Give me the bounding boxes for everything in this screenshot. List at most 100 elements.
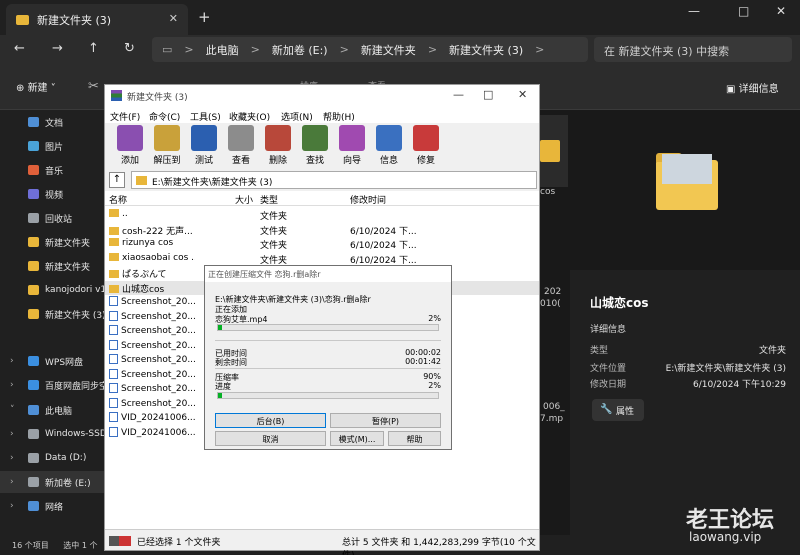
pause-button[interactable]: 暂停(P) (330, 413, 441, 428)
close-tab-icon[interactable]: ✕ (169, 12, 178, 25)
sidebar-item[interactable]: › 新加卷 (E:) (0, 471, 104, 493)
menu-favorites[interactable]: 收藏夹(O) (229, 110, 270, 123)
help-button[interactable]: 帮助 (388, 431, 441, 446)
toolbar-button-label: 信息 (379, 156, 398, 166)
sidebar-item[interactable]: 文档 (0, 111, 104, 133)
progress-line: 进度 2% (215, 381, 441, 391)
expand-chevron-icon[interactable]: ˅ (10, 405, 15, 415)
file-list-row[interactable]: rizunya cos 文件夹 6/10/2024 下... (105, 237, 539, 251)
background-button[interactable]: 后台(B) (215, 413, 326, 428)
forward-icon[interactable]: → (52, 41, 63, 56)
sidebar-item[interactable]: 新建文件夹 (0, 255, 104, 277)
row-type: 文件夹 (260, 255, 288, 266)
folder-thumbnail[interactable] (540, 115, 568, 187)
sidebar-item[interactable]: 新建文件夹 (3) (0, 303, 104, 325)
sidebar-item[interactable]: kanojodori v18 (0, 279, 104, 301)
new-button[interactable]: ⊕ 新建 ˅ (16, 79, 56, 94)
up-folder-icon[interactable]: ↑ (109, 172, 125, 188)
cut-icon[interactable]: ✂ (88, 79, 99, 94)
menu-commands[interactable]: 命令(C) (149, 110, 180, 123)
column-type[interactable]: 类型 (260, 193, 278, 206)
column-name[interactable]: 名称 (109, 193, 127, 206)
column-size[interactable]: 大小 (235, 193, 253, 206)
expand-chevron-icon[interactable]: › (10, 501, 14, 511)
expand-chevron-icon[interactable]: › (10, 453, 14, 463)
compression-ratio: 90% (423, 372, 441, 381)
breadcrumb-item[interactable]: 新建文件夹 (361, 42, 416, 58)
properties-button[interactable]: 🔧 属性 (592, 399, 644, 421)
expand-chevron-icon[interactable]: › (10, 380, 14, 390)
sidebar-item[interactable]: 新建文件夹 (0, 231, 104, 253)
file-list-row[interactable]: xiaosaobai cos ... 文件夹 6/10/2024 下... (105, 252, 539, 266)
breadcrumb[interactable]: ▭ > 此电脑 > 新加卷 (E:) > 新建文件夹 > 新建文件夹 (3) > (152, 37, 588, 62)
new-tab-button[interactable]: + (198, 8, 211, 26)
minimize-icon[interactable]: — (453, 88, 464, 101)
sidebar-item[interactable]: › 网络 (0, 495, 104, 517)
sidebar-item[interactable]: › Windows-SSD (0, 423, 104, 445)
refresh-icon[interactable]: ↻ (124, 41, 135, 56)
tab-current-folder[interactable]: 新建文件夹 (3) ✕ (6, 4, 188, 35)
cancel-button[interactable]: 取消 (215, 431, 326, 446)
row-name: xiaosaobai cos ... (122, 252, 195, 263)
toolbar-button[interactable]: 删除 (259, 125, 297, 166)
sidebar-item[interactable]: 图片 (0, 135, 104, 157)
mode-button[interactable]: 模式(M)... (330, 431, 384, 446)
breadcrumb-item[interactable]: 此电脑 (206, 42, 239, 58)
toolbar-button[interactable]: 向导 (333, 125, 371, 166)
column-mtime[interactable]: 修改时间 (350, 193, 386, 206)
archive-path-field[interactable]: E:\新建文件夹\新建文件夹 (3) (131, 171, 537, 189)
status-icon (109, 536, 131, 546)
file-percent: 2% (428, 314, 441, 323)
toolbar-button[interactable]: 查看 (222, 125, 260, 166)
sidebar-item-label: 文档 (45, 118, 64, 129)
sidebar-item[interactable]: 回收站 (0, 207, 104, 229)
sidebar-item[interactable]: 音乐 (0, 159, 104, 181)
total-progress-fill (218, 393, 223, 398)
folder-icon (136, 176, 147, 185)
winrar-title: 新建文件夹 (3) (127, 93, 188, 103)
close-window-icon[interactable]: ✕ (776, 4, 786, 18)
toolbar-button[interactable]: 修复 (407, 125, 445, 166)
expand-chevron-icon[interactable]: › (10, 477, 14, 487)
sidebar-item[interactable]: 视频 (0, 183, 104, 205)
current-file: 恋狗艾草.mp4 (215, 315, 268, 324)
toolbar-button[interactable]: 添加 (111, 125, 149, 166)
menu-options[interactable]: 选项(N) (281, 110, 313, 123)
maximize-icon[interactable]: □ (483, 88, 493, 101)
toolbar-button[interactable]: 解压到 (148, 125, 186, 166)
file-list-row[interactable]: .. 文件夹 (105, 208, 539, 222)
sidebar-item[interactable]: › Data (D:) (0, 447, 104, 469)
winrar-toolbar: 添加 解压到 测试 查看 删除 查找 向导 信息 修复 (105, 123, 539, 169)
thumbnail-label: 006_ (543, 402, 565, 412)
network-icon (28, 501, 39, 511)
expand-chevron-icon[interactable]: › (10, 356, 14, 366)
sidebar-item-label: 新建文件夹 (3) (45, 310, 104, 321)
details-pane-button[interactable]: ▣ 详细信息 (726, 80, 779, 95)
up-icon[interactable]: ↑ (88, 41, 99, 56)
sidebar-item[interactable]: › WPS网盘 (0, 350, 104, 372)
folder-icon (109, 226, 119, 235)
toolbar-button[interactable]: 信息 (370, 125, 408, 166)
sidebar-item[interactable]: ˅ 此电脑 (0, 399, 104, 421)
breadcrumb-item[interactable]: 新建文件夹 (3) (449, 42, 523, 58)
sidebar-item[interactable]: › 百度网盘同步空间 (0, 374, 104, 396)
close-window-icon[interactable]: ✕ (518, 88, 527, 101)
file-icon (109, 412, 118, 422)
folder-icon (109, 209, 119, 217)
back-icon[interactable]: ← (14, 41, 25, 56)
divider (215, 368, 441, 369)
menu-help[interactable]: 帮助(H) (323, 110, 355, 123)
maximize-icon[interactable]: □ (738, 4, 749, 18)
file-list-row[interactable]: cosh-222 无声... 文件夹 6/10/2024 下... (105, 223, 539, 237)
menu-file[interactable]: 文件(F) (110, 110, 140, 123)
menu-tools[interactable]: 工具(S) (190, 110, 221, 123)
row-name: VID_20241006... (121, 427, 195, 438)
search-input[interactable]: 在 新建文件夹 (3) 中搜索 (594, 37, 792, 62)
expand-chevron-icon[interactable]: › (10, 429, 14, 439)
toolbar-button[interactable]: 查找 (296, 125, 334, 166)
preview-area (570, 110, 800, 270)
breadcrumb-item[interactable]: 新加卷 (E:) (272, 42, 328, 58)
winrar-titlebar[interactable]: 新建文件夹 (3) — □ ✕ (105, 85, 539, 107)
toolbar-button[interactable]: 测试 (185, 125, 223, 166)
minimize-icon[interactable]: — (688, 4, 700, 18)
